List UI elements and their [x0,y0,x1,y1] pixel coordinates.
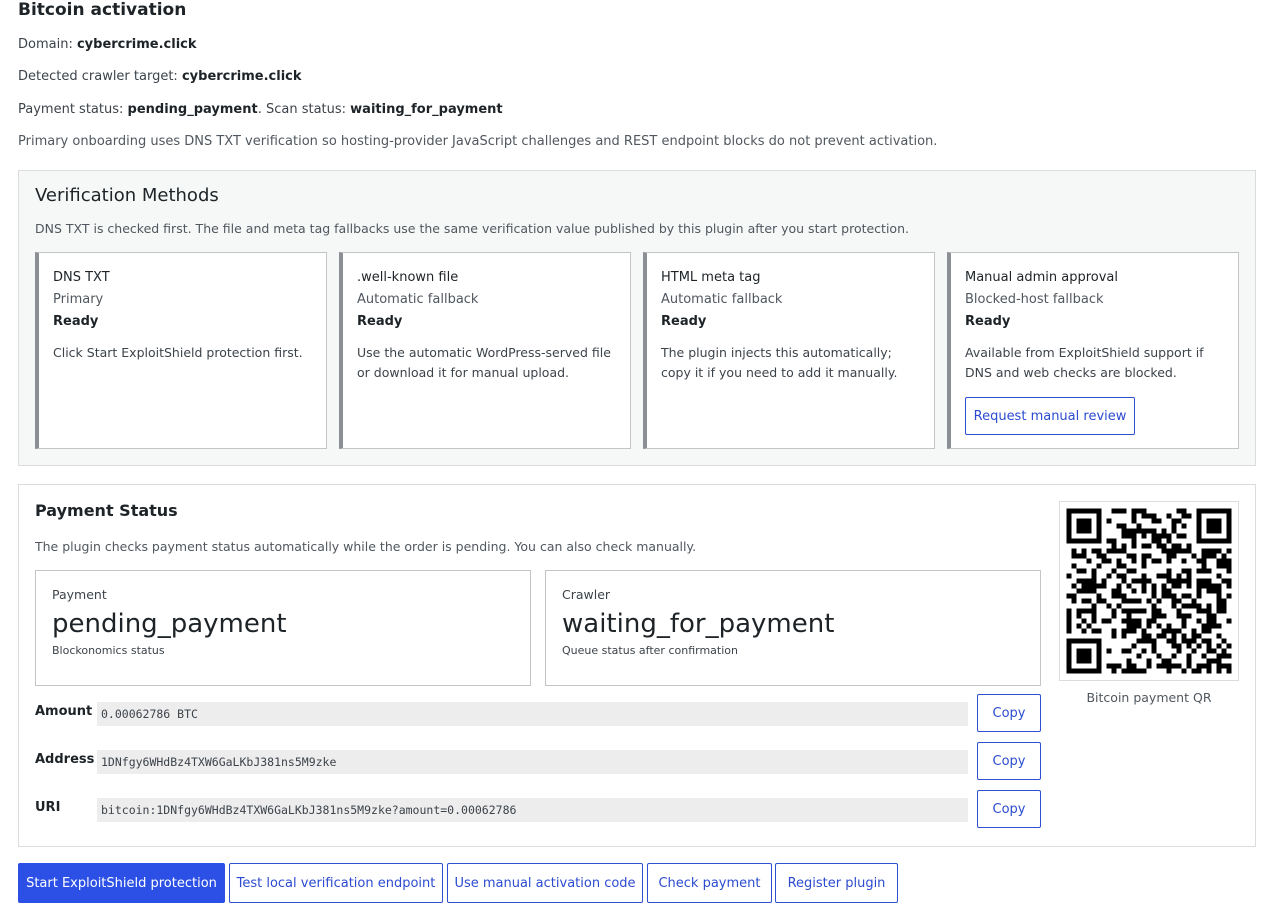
card-state: Ready [357,314,403,329]
uri-label: URI [35,800,61,815]
card-title: DNS TXT [53,270,110,285]
qr-code-icon [1066,508,1232,674]
scan-status-label: . Scan status: [257,102,347,117]
test-endpoint-button[interactable]: Test local verification endpoint [229,863,443,903]
amount-field[interactable]: 0.00062786 BTC [97,702,968,726]
payment-description: The plugin checks payment status automat… [35,539,697,554]
card-html-meta-tag: HTML meta tag Automatic fallback Ready T… [643,252,935,449]
page-title: Bitcoin activation [18,0,187,20]
card-title: .well-known file [357,270,459,285]
payment-status-box: Payment pending_payment Blockonomics sta… [35,570,531,686]
register-plugin-button[interactable]: Register plugin [775,863,898,903]
card-detail: The plugin injects this automatically; c… [661,345,898,380]
crawler-target-label: Detected crawler target: [18,69,178,84]
scan-status-value: waiting_for_payment [350,102,503,117]
card-dns-txt: DNS TXT Primary Ready Click Start Exploi… [35,252,327,449]
payment-box-label: Payment [52,587,107,602]
card-state: Ready [53,314,99,329]
uri-field[interactable]: bitcoin:1DNfgy6WHdBz4TXW6GaLKbJ381ns5M9z… [97,798,968,822]
card-subtitle: Primary [53,292,104,307]
verification-methods-panel: Verification Methods DNS TXT is checked … [18,170,1256,466]
card-title: HTML meta tag [661,270,761,285]
status-line: Payment status: pending_payment. Scan st… [18,102,503,117]
card-detail: Use the automatic WordPress-served file … [357,345,611,380]
check-payment-button[interactable]: Check payment [647,863,772,903]
domain-value: cybercrime.click [76,37,197,52]
card-subtitle: Automatic fallback [357,292,479,307]
address-label: Address [35,752,95,767]
amount-label: Amount [35,704,93,719]
card-title: Manual admin approval [965,270,1118,285]
manual-activation-code-button[interactable]: Use manual activation code [447,863,643,903]
card-well-known-file: .well-known file Automatic fallback Read… [339,252,631,449]
card-detail: Available from ExploitShield support if … [965,345,1204,380]
payment-title: Payment Status [35,501,178,520]
payment-status-value: pending_payment [127,102,258,117]
payment-box-value: pending_payment [52,609,287,639]
domain-line: Domain: cybercrime.click [18,37,197,52]
payment-box-sub: Blockonomics status [52,644,165,657]
crawler-box-value: waiting_for_payment [562,609,835,639]
request-manual-review-button[interactable]: Request manual review [965,397,1135,435]
crawler-box-label: Crawler [562,587,611,602]
onboarding-note: Primary onboarding uses DNS TXT verifica… [18,134,938,149]
copy-address-button[interactable]: Copy [977,742,1041,780]
verification-title: Verification Methods [35,185,219,206]
copy-amount-button[interactable]: Copy [977,694,1041,732]
crawler-target-value: cybercrime.click [181,69,302,84]
card-subtitle: Blocked-host fallback [965,292,1104,307]
domain-label: Domain: [18,37,73,52]
payment-status-label: Payment status: [18,102,124,117]
start-protection-button[interactable]: Start ExploitShield protection [18,863,225,903]
card-subtitle: Automatic fallback [661,292,783,307]
verification-description: DNS TXT is checked first. The file and m… [35,221,909,236]
crawler-status-box: Crawler waiting_for_payment Queue status… [545,570,1041,686]
card-state: Ready [661,314,707,329]
card-manual-admin-approval: Manual admin approval Blocked-host fallb… [947,252,1239,449]
bitcoin-activation-page: Bitcoin activation Domain: cybercrime.cl… [0,0,1277,912]
crawler-box-sub: Queue status after confirmation [562,644,738,657]
card-detail: Click Start ExploitShield protection fir… [53,345,303,360]
address-field[interactable]: 1DNfgy6WHdBz4TXW6GaLKbJ381ns5M9zke [97,750,968,774]
crawler-target-line: Detected crawler target: cybercrime.clic… [18,69,302,84]
payment-status-panel: Payment Status The plugin checks payment… [18,484,1256,847]
card-state: Ready [965,314,1011,329]
qr-caption: Bitcoin payment QR [1086,690,1212,705]
bitcoin-qr-code [1059,501,1239,681]
copy-uri-button[interactable]: Copy [977,790,1041,828]
